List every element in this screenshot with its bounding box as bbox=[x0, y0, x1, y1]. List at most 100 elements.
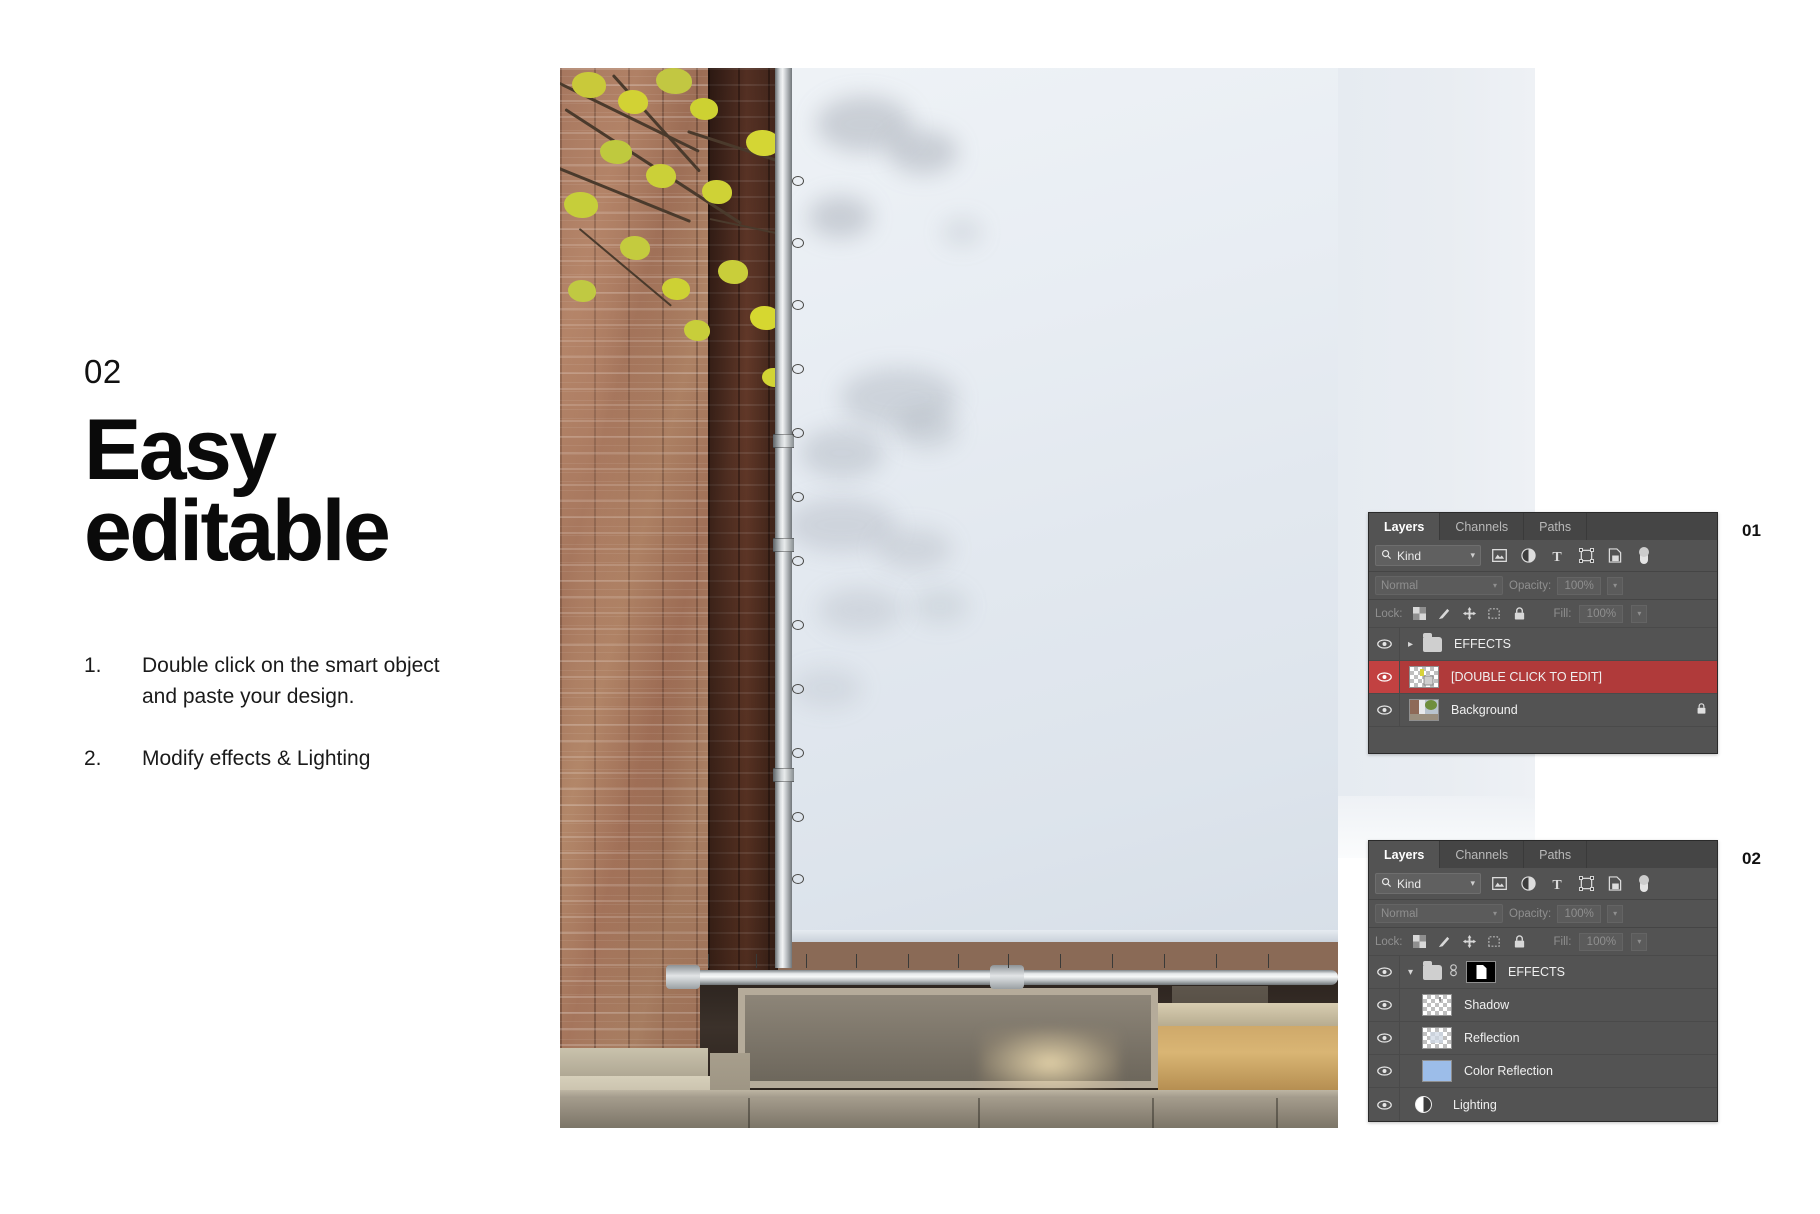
opacity-input[interactable]: 100% bbox=[1557, 904, 1602, 923]
table-row[interactable]: [DOUBLE CLICK TO EDIT] bbox=[1369, 661, 1717, 694]
lock-position-icon[interactable] bbox=[1461, 605, 1478, 622]
layer-thumbnail[interactable] bbox=[1409, 699, 1439, 721]
search-icon bbox=[1381, 549, 1392, 563]
tab-layers[interactable]: Layers bbox=[1369, 841, 1441, 868]
layers-panel-02[interactable]: Layers Channels Paths Kind ▾ T Normal ▾ … bbox=[1368, 840, 1718, 1122]
table-row[interactable]: Background bbox=[1369, 694, 1717, 727]
layer-thumbnail[interactable] bbox=[1409, 666, 1439, 688]
panel-footer bbox=[1369, 727, 1717, 753]
filter-toggle-icon[interactable] bbox=[1633, 545, 1655, 567]
layer-visibility-toggle[interactable] bbox=[1369, 628, 1400, 660]
pole-joint bbox=[773, 434, 794, 448]
layer-visibility-toggle[interactable] bbox=[1369, 694, 1400, 726]
rail-joint bbox=[666, 965, 700, 989]
chevron-right-icon[interactable]: ▸ bbox=[1408, 639, 1418, 650]
table-row[interactable]: ▸ EFFECTS bbox=[1369, 628, 1717, 661]
page-title: Easy editable bbox=[84, 407, 504, 574]
opacity-stepper-icon[interactable]: ▾ bbox=[1607, 904, 1624, 923]
opacity-label: Opacity: bbox=[1509, 579, 1552, 592]
shape-layer-filter-icon[interactable] bbox=[1575, 873, 1597, 895]
opacity-input[interactable]: 100% bbox=[1557, 576, 1602, 595]
table-row[interactable]: ▾ EFFECTS bbox=[1369, 956, 1717, 989]
layer-visibility-toggle[interactable] bbox=[1369, 1055, 1400, 1087]
layer-visibility-toggle[interactable] bbox=[1369, 989, 1400, 1021]
list-item: 2. Modify effects & Lighting bbox=[84, 743, 504, 775]
table-row[interactable]: Shadow bbox=[1369, 989, 1717, 1022]
layer-mask-thumbnail[interactable] bbox=[1466, 961, 1496, 983]
tab-paths[interactable]: Paths bbox=[1524, 513, 1588, 540]
adjustment-layer-icon[interactable] bbox=[1415, 1096, 1432, 1113]
lock-all-icon[interactable] bbox=[1511, 933, 1528, 950]
fill-input[interactable]: 100% bbox=[1579, 604, 1624, 623]
lock-position-icon[interactable] bbox=[1461, 933, 1478, 950]
fill-stepper-icon[interactable]: ▾ bbox=[1631, 932, 1648, 951]
kerb bbox=[560, 1098, 1338, 1128]
lock-label: Lock: bbox=[1375, 935, 1403, 948]
layer-visibility-toggle[interactable] bbox=[1369, 1022, 1400, 1054]
table-row[interactable]: Color Reflection bbox=[1369, 1055, 1717, 1088]
adjustment-layer-filter-icon[interactable] bbox=[1517, 545, 1539, 567]
smart-object-filter-icon[interactable] bbox=[1604, 545, 1626, 567]
adjustment-layer-filter-icon[interactable] bbox=[1517, 873, 1539, 895]
filter-kind-select[interactable]: Kind ▾ bbox=[1375, 545, 1481, 566]
tab-channels[interactable]: Channels bbox=[1440, 841, 1525, 868]
type-layer-filter-icon[interactable]: T bbox=[1546, 545, 1568, 567]
type-layer-filter-icon[interactable]: T bbox=[1546, 873, 1568, 895]
layer-name: Background bbox=[1451, 703, 1518, 717]
fill-label: Fill: bbox=[1553, 935, 1572, 948]
lock-transparent-pixels-icon[interactable] bbox=[1411, 933, 1428, 950]
sunlight-patch bbox=[980, 1028, 1120, 1098]
lock-artboard-nesting-icon[interactable] bbox=[1486, 933, 1503, 950]
lock-image-pixels-icon[interactable] bbox=[1436, 933, 1453, 950]
lock-image-pixels-icon[interactable] bbox=[1436, 605, 1453, 622]
table-row[interactable]: Reflection bbox=[1369, 1022, 1717, 1055]
blend-row: Normal ▾ Opacity: 100% ▾ bbox=[1369, 900, 1717, 928]
tab-layers[interactable]: Layers bbox=[1369, 513, 1441, 540]
layer-visibility-toggle[interactable] bbox=[1369, 1088, 1400, 1121]
layer-visibility-toggle[interactable] bbox=[1369, 956, 1400, 988]
tab-channels[interactable]: Channels bbox=[1440, 513, 1525, 540]
pixel-layer-filter-icon[interactable] bbox=[1488, 873, 1510, 895]
table-row[interactable]: Lighting bbox=[1369, 1088, 1717, 1121]
filter-row: Kind ▾ T bbox=[1369, 868, 1717, 900]
fill-stepper-icon[interactable]: ▾ bbox=[1631, 604, 1648, 623]
smart-object-filter-icon[interactable] bbox=[1604, 873, 1626, 895]
fill-input[interactable]: 100% bbox=[1579, 932, 1624, 951]
opacity-stepper-icon[interactable]: ▾ bbox=[1607, 576, 1624, 595]
blend-mode-select[interactable]: Normal ▾ bbox=[1375, 904, 1503, 923]
panel-tab-bar: Layers Channels Paths bbox=[1369, 841, 1717, 868]
lock-label: Lock: bbox=[1375, 607, 1403, 620]
lock-artboard-nesting-icon[interactable] bbox=[1486, 605, 1503, 622]
filter-kind-value: Kind bbox=[1397, 548, 1422, 563]
tab-bar-filler bbox=[1587, 513, 1717, 540]
tab-bar-filler bbox=[1587, 841, 1717, 868]
text-column: 02 Easy editable 1. Double click on the … bbox=[84, 355, 504, 804]
link-mask-icon[interactable] bbox=[1448, 964, 1459, 980]
pixel-layer-filter-icon[interactable] bbox=[1488, 545, 1510, 567]
step-number: 02 bbox=[84, 353, 122, 390]
shape-layer-filter-icon[interactable] bbox=[1575, 545, 1597, 567]
layer-thumbnail[interactable] bbox=[1422, 994, 1452, 1016]
filter-kind-value: Kind bbox=[1397, 876, 1422, 891]
lock-all-icon[interactable] bbox=[1511, 605, 1528, 622]
wood-panel-right bbox=[1158, 1026, 1338, 1092]
layer-name: Shadow bbox=[1464, 998, 1510, 1012]
layer-name: EFFECTS bbox=[1454, 637, 1511, 651]
layer-thumbnail[interactable] bbox=[1422, 1060, 1452, 1082]
blend-mode-value: Normal bbox=[1381, 907, 1419, 920]
filter-toggle-icon[interactable] bbox=[1633, 873, 1655, 895]
layer-thumbnail[interactable] bbox=[1422, 1027, 1452, 1049]
svg-text:T: T bbox=[1552, 878, 1562, 891]
lock-transparent-pixels-icon[interactable] bbox=[1411, 605, 1428, 622]
list-item-index: 1. bbox=[84, 653, 102, 677]
tab-paths[interactable]: Paths bbox=[1524, 841, 1588, 868]
lock-icon bbox=[1696, 702, 1707, 718]
layers-panel-01[interactable]: Layers Channels Paths Kind ▾ T Normal ▾ … bbox=[1368, 512, 1718, 754]
opacity-label: Opacity: bbox=[1509, 907, 1552, 920]
filter-kind-select[interactable]: Kind ▾ bbox=[1375, 873, 1481, 894]
chevron-down-icon[interactable]: ▾ bbox=[1408, 967, 1418, 978]
blend-mode-select[interactable]: Normal ▾ bbox=[1375, 576, 1503, 595]
stone-ledge-right bbox=[1158, 1003, 1338, 1027]
slide-canvas: 02 Easy editable 1. Double click on the … bbox=[0, 0, 1820, 1214]
layer-visibility-toggle[interactable] bbox=[1369, 661, 1400, 693]
